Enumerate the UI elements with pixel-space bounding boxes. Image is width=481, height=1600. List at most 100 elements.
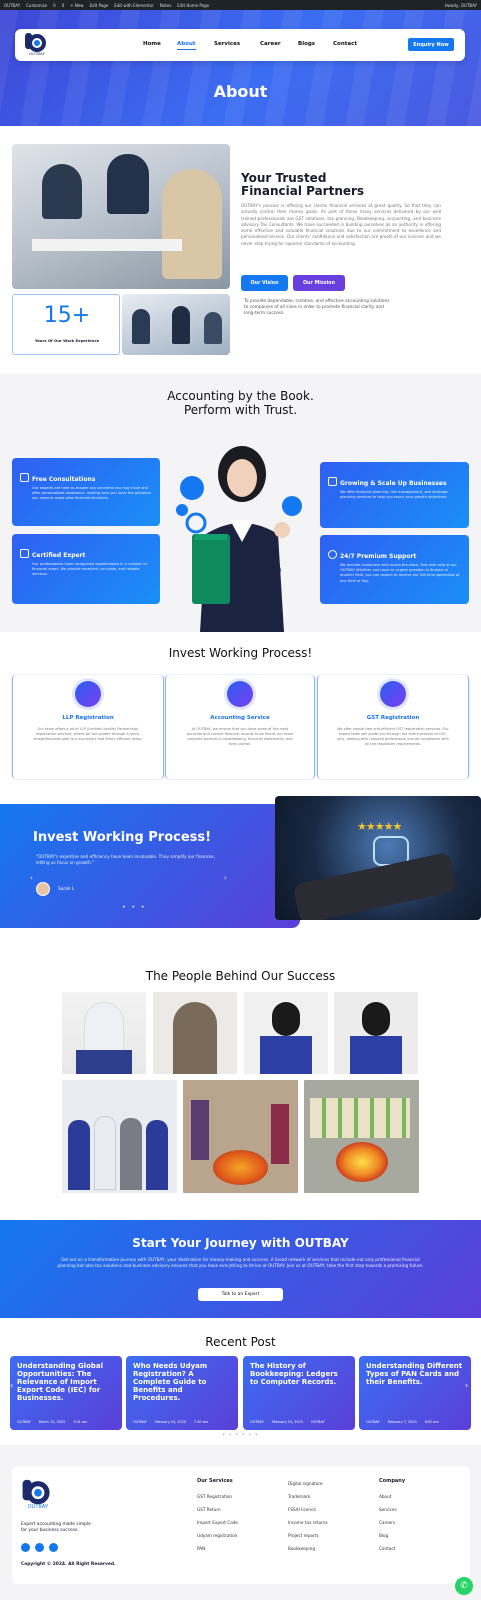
about-body: OUTBAY's passion is offering our clients…	[241, 203, 441, 246]
prev-post-arrow-icon[interactable]: ‹	[10, 1381, 13, 1390]
feature-text: We provide customers with round-the-cloc…	[340, 563, 460, 583]
post-card[interactable]: The History of Bookkeeping: Ledgers to C…	[243, 1356, 355, 1430]
next-arrow-icon[interactable]: ›	[224, 874, 227, 882]
post-date: February 10, 2025	[271, 1420, 303, 1424]
admin-bar-item[interactable]: Edit Page	[90, 3, 109, 8]
process-title: GST Registration	[366, 715, 420, 721]
nav-about[interactable]: About	[177, 41, 196, 50]
feature-title: Certified Expert	[32, 552, 86, 559]
onam-celebration-photo	[304, 1080, 419, 1193]
slider-dots[interactable]: • • •	[122, 904, 146, 911]
post-card[interactable]: Understanding Global Opportunities: The …	[10, 1356, 122, 1430]
post-time: OUTBAY	[310, 1420, 325, 1424]
tab-vision[interactable]: Our Vision	[241, 275, 288, 291]
admin-bar-item[interactable]: OUTBAY	[4, 3, 20, 8]
outbay-logo[interactable]: OUTBAY	[23, 32, 51, 56]
process-title: Accounting Service	[210, 715, 270, 721]
post-slider-dots[interactable]: • • • • • •	[0, 1432, 481, 1438]
footer-link[interactable]: Trademark	[288, 1494, 310, 1499]
instagram-icon[interactable]	[35, 1543, 44, 1552]
llp-icon	[75, 681, 101, 707]
next-post-arrow-icon[interactable]: ›	[465, 1381, 468, 1390]
team-group-photo	[62, 1080, 177, 1193]
experience-box: 15+ Years Of Our Work Experience	[12, 294, 120, 355]
footer-link[interactable]: Bookkeeping	[288, 1546, 315, 1551]
growth-icon	[328, 477, 337, 486]
process-text: At OUTBAY, we ensure that you have some …	[186, 727, 294, 746]
team-photo	[334, 992, 418, 1074]
feature-text: Our experts are here to answer any conce…	[32, 486, 152, 501]
admin-bar-item[interactable]: Edit with Elementor	[114, 3, 153, 8]
features-heading: Accounting by the Book. Perform with Tru…	[0, 389, 481, 417]
admin-bar-item[interactable]: Edit Home Page	[177, 3, 209, 8]
feature-text: Our professionals have recognized qualif…	[32, 562, 147, 577]
post-title[interactable]: Who Needs Udyam Registration? A Complete…	[133, 1362, 231, 1402]
features-heading-line1: Accounting by the Book.	[167, 389, 314, 403]
footer-tagline: Expert accounting made simple for your b…	[21, 1522, 91, 1534]
page-title: About	[213, 82, 268, 101]
post-title[interactable]: Understanding Different Types of PAN Car…	[366, 1362, 464, 1386]
admin-bar-item[interactable]: + New	[70, 3, 83, 8]
feature-card: 24/7 Premium Support We provide customer…	[320, 535, 469, 604]
nav-blogs[interactable]: Blogs	[298, 41, 315, 47]
footer-link[interactable]: FSSAI licence	[288, 1507, 316, 1512]
admin-bar-item[interactable]: 0	[62, 3, 65, 8]
nav-home[interactable]: Home	[143, 41, 161, 47]
admin-bar-user[interactable]: Howdy, OUTBAY	[445, 3, 477, 8]
footer-link[interactable]: Project reports	[288, 1533, 319, 1538]
footer-link[interactable]: Blog	[379, 1533, 388, 1538]
post-card[interactable]: Who Needs Udyam Registration? A Complete…	[126, 1356, 238, 1430]
linkedin-icon[interactable]	[49, 1543, 58, 1552]
feature-title: Growing & Scale Up Businesses	[340, 480, 447, 487]
post-time: 8:00 am	[424, 1420, 439, 1424]
gst-icon	[380, 681, 406, 707]
accounting-icon	[227, 681, 253, 707]
footer-link[interactable]: Import Export Code	[197, 1520, 238, 1525]
nav-services[interactable]: Services	[214, 41, 240, 47]
footer-link[interactable]: Income tax returns	[288, 1520, 328, 1525]
prev-arrow-icon[interactable]: ‹	[30, 874, 33, 882]
tab-mission[interactable]: Our Mission	[293, 275, 345, 291]
team-photo	[62, 992, 146, 1074]
nav-career[interactable]: Career	[260, 41, 281, 47]
footer-link[interactable]: About	[379, 1494, 391, 1499]
whatsapp-icon[interactable]: ✆	[455, 1577, 473, 1595]
footer-link[interactable]: PAN	[197, 1546, 205, 1551]
process-card: Accounting Service At OUTBAY, we ensure …	[165, 675, 315, 779]
admin-bar-item[interactable]: 0	[53, 3, 56, 8]
admin-bar-item[interactable]: Customize	[26, 3, 47, 8]
enquiry-button[interactable]: Enquiry Now	[408, 38, 454, 51]
about-heading: Your Trusted Financial Partners	[241, 172, 364, 198]
site-header: OUTBAY Home About Services Career Blogs …	[15, 29, 465, 61]
post-card[interactable]: Understanding Different Types of PAN Car…	[359, 1356, 471, 1430]
footer-link[interactable]: Services	[379, 1507, 397, 1512]
footer-logo[interactable]: OUTBAY	[20, 1476, 56, 1512]
footer-link[interactable]: Careers	[379, 1520, 395, 1525]
copyright: Copyright © 2024. All Right Reserved.	[21, 1562, 116, 1567]
nav-contact[interactable]: Contact	[333, 41, 357, 47]
testimonial-banner: Invest Working Process! "OUTBAY's expert…	[0, 804, 300, 928]
post-meta: OUTBAY February 10, 2025 OUTBAY	[250, 1420, 325, 1424]
admin-bar: OUTBAY Customize 0 0 + New Edit Page Edi…	[0, 0, 481, 10]
rating-hand-photo: ★★★★★	[275, 796, 481, 920]
company-title: Company	[379, 1478, 406, 1484]
process-text: We offer hassle-free and efficient GST r…	[337, 727, 449, 746]
facebook-icon[interactable]	[21, 1543, 30, 1552]
talk-to-expert-button[interactable]: Talk to an Expert	[198, 1288, 283, 1301]
chat-icon	[20, 473, 29, 482]
post-time: 7:30 am	[193, 1420, 208, 1424]
features-heading-line2: Perform with Trust.	[183, 403, 298, 417]
post-title[interactable]: Understanding Global Opportunities: The …	[17, 1362, 115, 1402]
post-title[interactable]: The History of Bookkeeping: Ledgers to C…	[250, 1362, 348, 1386]
footer-link[interactable]: GST Return	[197, 1507, 221, 1512]
footer-link[interactable]: Digital signature	[288, 1481, 323, 1486]
social-links	[21, 1543, 58, 1552]
footer-link[interactable]: GST Registration	[197, 1494, 232, 1499]
journey-banner: Start Your Journey with OUTBAY Set out o…	[0, 1220, 481, 1318]
post-meta: OUTBAY February 7, 2025 8:00 am	[366, 1420, 439, 1424]
admin-bar-item[interactable]: Notes	[160, 3, 172, 8]
footer-link[interactable]: Contact	[379, 1546, 395, 1551]
footer-link[interactable]: Udyam registration	[197, 1533, 237, 1538]
clock-icon	[328, 550, 337, 559]
post-author: OUTBAY	[17, 1420, 31, 1424]
